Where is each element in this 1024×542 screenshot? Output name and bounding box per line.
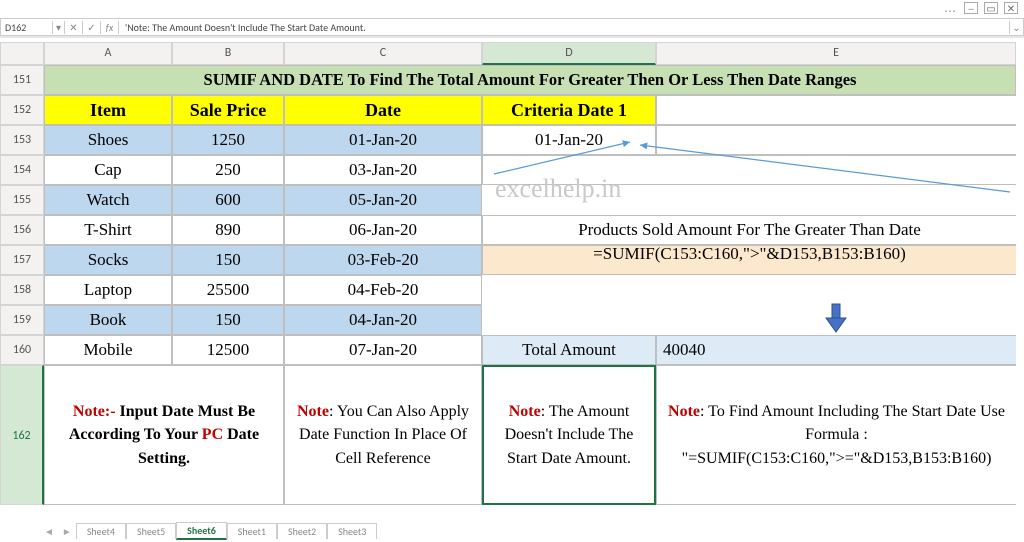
cell-price[interactable]: 600 [172,185,284,215]
formula-text: =SUMIF(C153:C160,">"&D153,B153:B160) [593,244,906,264]
header-price[interactable]: Sale Price [172,95,284,125]
cell-date[interactable]: 03-Feb-20 [284,245,482,275]
note-e[interactable]: Note: To Find Amount Including The Start… [656,365,1016,505]
cell-date[interactable]: 07-Jan-20 [284,335,482,365]
sheet-tab-active[interactable]: Sheet6 [176,522,227,540]
sheet-tab[interactable]: Sheet4 [76,523,126,539]
row-header-151[interactable]: 151 [0,65,44,95]
title-cell[interactable]: SUMIF AND DATE To Find The Total Amount … [44,65,1016,95]
row-header-153[interactable]: 153 [0,125,44,155]
cell-item[interactable]: T-Shirt [44,215,172,245]
note-a[interactable]: Note:- Input Date Must Be According To Y… [44,365,284,505]
row-header-152[interactable]: 152 [0,95,44,125]
formula-display-cell[interactable]: =SUMIF(C153:C160,">"&D153,B153:B160) [482,245,1016,275]
cell-date[interactable]: 04-Jan-20 [284,305,482,335]
watermark-text: excelhelp.in [495,174,621,204]
header-criteria[interactable]: Criteria Date 1 [482,95,656,125]
row-header-158[interactable]: 158 [0,275,44,305]
sheet-tab[interactable]: Sheet2 [277,523,327,539]
cell-date[interactable]: 05-Jan-20 [284,185,482,215]
fx-icon[interactable]: fx [101,21,119,34]
select-all-corner[interactable] [0,42,44,65]
col-header-C[interactable]: C [284,42,482,65]
cell-price[interactable]: 150 [172,245,284,275]
cell-item[interactable]: Mobile [44,335,172,365]
sheet-tab-bar: ◄ ► Sheet4 Sheet5 Sheet6 Sheet1 Sheet2 S… [40,522,377,540]
criteria-date-cell[interactable]: 01-Jan-20 [482,125,656,155]
caption-cell[interactable]: Products Sold Amount For The Greater Tha… [482,215,1016,245]
total-label-cell[interactable]: Total Amount [482,335,656,365]
tab-nav-prev-icon[interactable]: ◄ [40,525,58,538]
cell-item[interactable]: Shoes [44,125,172,155]
cell-item[interactable]: Book [44,305,172,335]
minimize-button[interactable]: ─ [964,2,978,14]
spreadsheet-grid[interactable]: A B C D E 151 SUMIF AND DATE To Find The… [0,42,1024,520]
row-header-159[interactable]: 159 [0,305,44,335]
row-header-162[interactable]: 162 [0,365,44,505]
cell-E152[interactable] [656,95,1016,125]
note-c[interactable]: Note: You Can Also Apply Date Function I… [284,365,482,505]
cell-date[interactable]: 03-Jan-20 [284,155,482,185]
col-header-E[interactable]: E [656,42,1016,65]
cell-price[interactable]: 12500 [172,335,284,365]
col-header-B[interactable]: B [172,42,284,65]
row-header-160[interactable]: 160 [0,335,44,365]
cell-item[interactable]: Laptop [44,275,172,305]
cell-item[interactable]: Socks [44,245,172,275]
cancel-icon[interactable]: ✕ [65,21,83,34]
formula-bar: D162 ▾ ✕ ✓ fx 'Note: The Amount Doesn't … [0,18,1024,36]
name-box-dropdown-icon[interactable]: ▾ [53,21,65,34]
row-header-156[interactable]: 156 [0,215,44,245]
cell-price[interactable]: 150 [172,305,284,335]
total-value-cell[interactable]: 40040 [656,335,1016,365]
sheet-tab[interactable]: Sheet5 [126,523,176,539]
cell-date[interactable]: 06-Jan-20 [284,215,482,245]
cell-price[interactable]: 1250 [172,125,284,155]
window-menu-dots[interactable]: ⋯ [944,4,958,19]
sheet-tab[interactable]: Sheet1 [227,523,277,539]
cell-item[interactable]: Watch [44,185,172,215]
enter-icon[interactable]: ✓ [83,21,101,34]
header-item[interactable]: Item [44,95,172,125]
cell-date[interactable]: 01-Jan-20 [284,125,482,155]
row-header-154[interactable]: 154 [0,155,44,185]
formula-bar-expand-icon[interactable]: ⌄ [1009,21,1023,34]
cell-price[interactable]: 25500 [172,275,284,305]
row-header-155[interactable]: 155 [0,185,44,215]
header-date[interactable]: Date [284,95,482,125]
col-header-A[interactable]: A [44,42,172,65]
row-header-157[interactable]: 157 [0,245,44,275]
note-d-selected[interactable]: Note: The Amount Doesn't Include The Sta… [482,365,656,505]
tab-nav-next-icon[interactable]: ► [58,525,76,538]
divider [0,36,1024,38]
maximize-button[interactable]: ▭ [984,2,998,14]
close-button[interactable]: ✕ [1004,2,1018,14]
cell-date[interactable]: 04-Feb-20 [284,275,482,305]
watermark-area: excelhelp.in [482,155,1016,185]
cell-price[interactable]: 890 [172,215,284,245]
cell-item[interactable]: Cap [44,155,172,185]
name-box[interactable]: D162 [1,21,53,34]
col-header-D[interactable]: D [482,42,656,65]
formula-input[interactable]: 'Note: The Amount Doesn't Include The St… [119,21,1009,34]
cell-E153[interactable] [656,125,1016,155]
sheet-tab[interactable]: Sheet3 [327,523,377,539]
cell-price[interactable]: 250 [172,155,284,185]
arrow-down-icon [823,302,849,334]
